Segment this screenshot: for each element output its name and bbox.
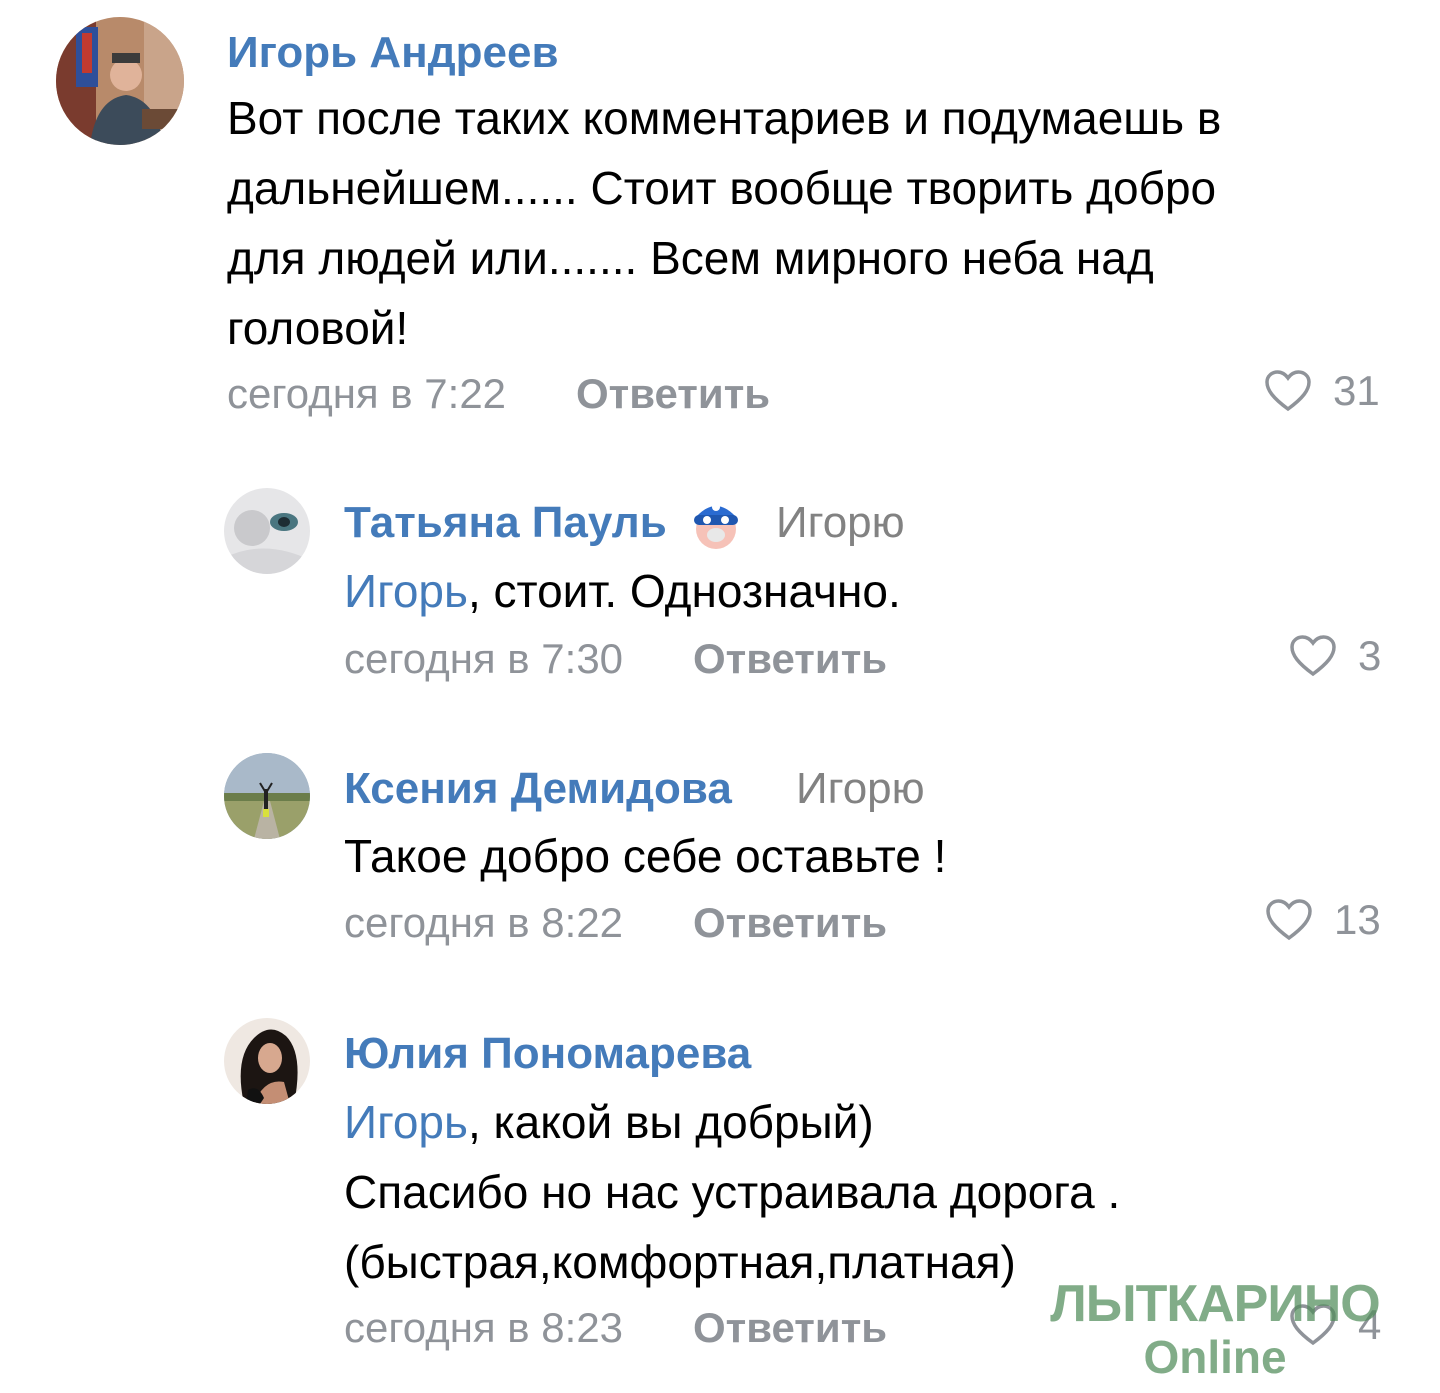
reply-button[interactable]: Ответить <box>693 1307 887 1349</box>
author-name[interactable]: Юлия Пономарева <box>344 1032 751 1076</box>
reply-button[interactable]: Ответить <box>576 373 770 415</box>
watermark-line2: Online <box>1143 1331 1287 1383</box>
comment-text: Игорь, какой вы добрый) Спасибо но нас у… <box>344 1087 1394 1297</box>
comment-time: сегодня в 8:23 <box>344 1304 624 1351</box>
watermark-line1: ЛЫТКАРИНО <box>1050 1275 1381 1333</box>
watermark-logo: ЛЫТКАРИНО Online <box>1045 1278 1385 1380</box>
comment-text: Такое добро себе оставьте ! <box>344 830 947 882</box>
comment-time: сегодня в 7:30 <box>344 635 624 682</box>
reply-to-label[interactable]: Игорю <box>776 501 905 545</box>
author-name[interactable]: Татьяна Пауль <box>344 501 667 545</box>
comment-text: Игорь, стоит. Однозначно. <box>344 556 1394 626</box>
author-name[interactable]: Ксения Демидова <box>344 767 732 811</box>
avatar[interactable] <box>56 17 184 145</box>
heart-icon <box>1290 635 1336 677</box>
avatar[interactable] <box>224 753 310 839</box>
reply-button[interactable]: Ответить <box>693 902 887 944</box>
heart-icon <box>1265 370 1311 412</box>
like-count: 13 <box>1334 896 1381 943</box>
comment-text: Вот после таких комментариев и подумаешь… <box>227 92 1222 354</box>
like-count: 31 <box>1333 367 1380 414</box>
like-button[interactable]: 31 <box>1265 370 1380 412</box>
avatar[interactable] <box>224 1018 310 1104</box>
mention-link[interactable]: Игорь <box>344 565 468 617</box>
avatar[interactable] <box>224 488 310 574</box>
comment-text-body: , стоит. Однозначно. <box>467 565 901 617</box>
reply-to-label[interactable]: Игорю <box>796 767 925 811</box>
like-button[interactable]: 13 <box>1266 899 1381 941</box>
comment-time: сегодня в 8:22 <box>344 899 624 946</box>
like-button[interactable]: 3 <box>1290 635 1381 677</box>
like-count: 3 <box>1358 632 1382 679</box>
reply-button[interactable]: Ответить <box>693 638 887 680</box>
comment-time: сегодня в 7:22 <box>227 370 507 417</box>
author-name[interactable]: Игорь Андреев <box>227 31 559 75</box>
vk-mask-badge-icon <box>690 493 742 556</box>
heart-icon <box>1266 899 1312 941</box>
mention-link[interactable]: Игорь <box>344 1096 468 1148</box>
